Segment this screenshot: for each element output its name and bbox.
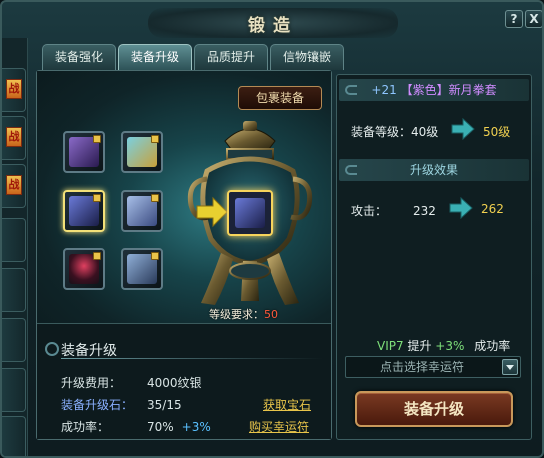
lock-icon	[151, 194, 159, 202]
battle-badge-icon: 战	[6, 175, 22, 195]
item-name-header: +21 【紫色】新月拳套	[339, 79, 529, 101]
boost-value: +3%	[435, 339, 465, 353]
attack-label: 攻击：	[351, 204, 388, 218]
side-tab-empty-3[interactable]	[2, 318, 26, 362]
level-row: 装备等级：40级	[351, 123, 438, 140]
equipment-slot[interactable]	[121, 131, 163, 173]
success-rate-line: VIP7 提升 +3% 成功率	[377, 337, 510, 354]
upgrade-effect-header: 升级效果	[339, 159, 529, 181]
divider	[61, 358, 323, 359]
level-requirement: 等级要求：50	[209, 306, 278, 322]
luck-charm-placeholder: 点击选择幸运符	[380, 360, 465, 374]
item-quality: 【紫色】	[400, 83, 449, 97]
arrow-right-icon	[196, 196, 228, 228]
buy-luck-charm-link[interactable]: 购买幸运符	[249, 418, 309, 435]
attack-row: 攻击： 232	[351, 202, 436, 219]
level-to-value: 50级	[483, 125, 511, 139]
success-label: 成功率	[474, 339, 511, 353]
equipment-slot-selected[interactable]	[63, 190, 105, 232]
upgrade-section-title: 装备升级	[61, 343, 117, 359]
attack-to-value: 262	[481, 202, 504, 216]
rate-row: 成功率： 70% +3%	[61, 418, 211, 435]
side-tab-strip: 战 战 战	[2, 38, 28, 456]
equipment-slot[interactable]	[63, 248, 105, 290]
upgrade-effect-title: 升级效果	[409, 163, 458, 177]
upgrade-info-panel: 装备升级 升级费用： 4000纹银 装备升级石： 35/15 成功率： 70% +3% …	[37, 323, 331, 439]
tab-upgrade[interactable]: 装备升级	[118, 44, 193, 70]
swirl-ornament-icon	[45, 342, 59, 356]
forge-area: 包裹装备 等级要求：50	[37, 71, 331, 323]
boost-label: 提升	[407, 339, 432, 353]
item-enhance-level: +21	[371, 83, 397, 97]
chevron-down-icon[interactable]	[502, 359, 518, 375]
level-label: 装备等级：	[351, 125, 412, 139]
cost-label: 升级费用：	[61, 376, 122, 390]
luck-charm-select[interactable]: 点击选择幸运符	[345, 356, 521, 378]
stone-label: 装备升级石：	[61, 398, 134, 412]
side-tab-battle-1[interactable]: 战	[2, 68, 26, 112]
side-tab-empty-5[interactable]	[2, 416, 26, 456]
side-tab-empty-1[interactable]	[2, 218, 26, 262]
level-to: 50级	[483, 123, 510, 140]
side-tab-empty-2[interactable]	[2, 268, 26, 312]
attack-from: 232	[413, 204, 436, 218]
swirl-ornament-icon	[345, 165, 357, 175]
attack-to: 262	[481, 202, 504, 216]
tab-quality[interactable]: 品质提升	[194, 44, 269, 70]
lock-icon	[93, 135, 101, 143]
swirl-ornament-icon	[345, 85, 357, 95]
side-tab-battle-3[interactable]: 战	[2, 164, 26, 208]
equipment-slot[interactable]	[63, 131, 105, 173]
lock-icon	[93, 194, 101, 202]
forge-tabs: 装备强化 装备升级 品质提升 信物镶嵌	[42, 44, 345, 70]
help-button[interactable]: ?	[505, 10, 523, 28]
vip-label: VIP7	[377, 339, 404, 353]
rate-value: 70%	[147, 420, 174, 434]
item-name: 新月拳套	[448, 83, 497, 97]
arrow-right-icon	[451, 117, 475, 141]
level-requirement-value: 50	[264, 308, 278, 321]
side-tab-empty-4[interactable]	[2, 368, 26, 412]
arrow-right-icon	[449, 196, 473, 220]
battle-badge-icon: 战	[6, 79, 22, 99]
bag-equipment-button[interactable]: 包裹装备	[238, 86, 322, 110]
window-title: 锻造	[248, 15, 298, 36]
level-from: 40级	[411, 125, 439, 139]
forge-window: 锻造 ? X 战 战 战 装备强化 装备升级 品质提升 信物镶嵌 包裹装备 等级…	[0, 0, 544, 458]
main-panel: 包裹装备 等级要求：50 装备升级 升级费用： 4000纹银 装备升级石： 35…	[36, 70, 332, 440]
cost-value: 4000纹银	[147, 376, 202, 390]
lock-icon	[151, 135, 159, 143]
tab-enhance[interactable]: 装备强化	[42, 44, 117, 70]
battle-badge-icon: 战	[6, 127, 22, 147]
forge-target-slot[interactable]	[227, 190, 273, 236]
lock-icon	[151, 252, 159, 260]
side-tab-battle-2[interactable]: 战	[2, 116, 26, 160]
stone-value: 35/15	[147, 398, 182, 412]
close-button[interactable]: X	[525, 10, 542, 28]
tab-inlay[interactable]: 信物镶嵌	[270, 44, 345, 70]
equipment-slot[interactable]	[121, 248, 163, 290]
stone-row: 装备升级石： 35/15	[61, 396, 182, 413]
get-stone-link[interactable]: 获取宝石	[263, 396, 311, 413]
equipment-slot[interactable]	[121, 190, 163, 232]
rate-bonus: +3%	[181, 420, 211, 434]
title-plate: 锻造	[148, 8, 398, 38]
result-panel: +21 【紫色】新月拳套 装备等级：40级 50级 升级效果 攻击： 232 26…	[336, 74, 532, 440]
level-requirement-label: 等级要求：	[209, 308, 264, 321]
cost-row: 升级费用： 4000纹银	[61, 374, 202, 391]
upgrade-equipment-button[interactable]: 装备升级	[355, 391, 513, 427]
rate-label: 成功率：	[61, 420, 110, 434]
dagger-icon	[235, 198, 265, 228]
lock-icon	[93, 252, 101, 260]
